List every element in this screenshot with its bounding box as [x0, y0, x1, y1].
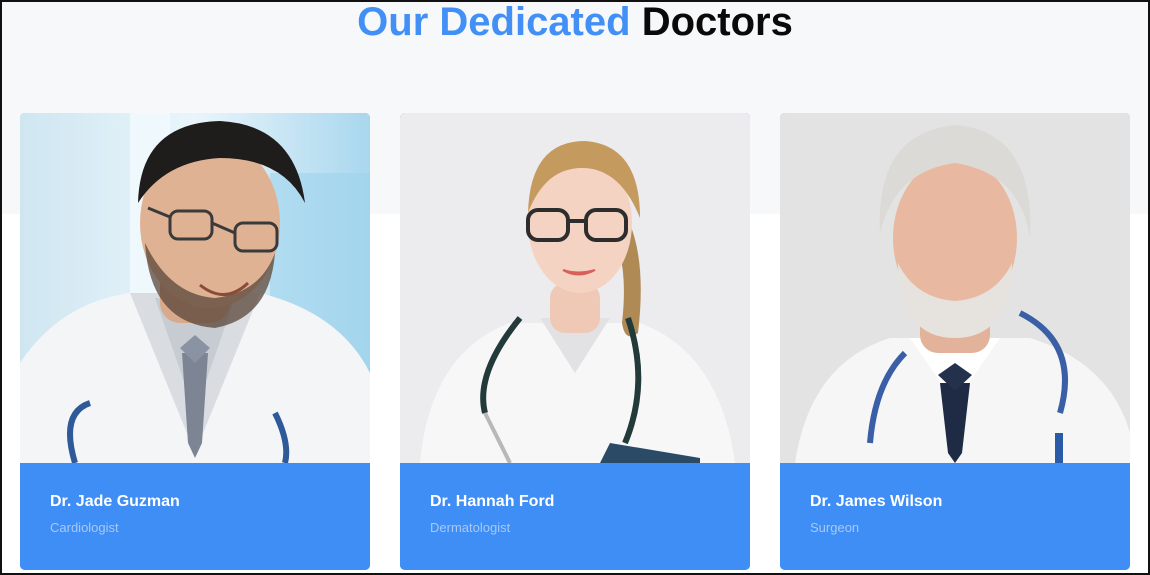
doctor-card-jade-guzman[interactable]: Dr. Jade Guzman Cardiologist — [20, 113, 370, 570]
doctor-cards: Dr. Jade Guzman Cardiologist Dr. Hannah … — [2, 2, 1148, 573]
doctor-name[interactable]: Dr. Hannah Ford — [430, 493, 554, 511]
doctors-section: Our Dedicated Doctors Dr. Jade Guzman Ca… — [0, 0, 1150, 575]
doctor-specialty: Surgeon — [810, 520, 860, 535]
doctor-portrait-image — [20, 113, 370, 463]
doctor-portrait-image — [780, 113, 1130, 463]
doctor-portrait-image — [400, 113, 750, 463]
doctor-card-hannah-ford[interactable]: Dr. Hannah Ford Dermatologist — [400, 113, 750, 570]
doctor-card-james-wilson[interactable]: Dr. James Wilson Surgeon — [780, 113, 1130, 570]
doctor-name[interactable]: Dr. James Wilson — [810, 493, 942, 511]
doctor-specialty: Cardiologist — [50, 520, 119, 535]
doctor-photo — [400, 113, 750, 463]
doctor-photo — [20, 113, 370, 463]
doctor-photo — [780, 113, 1130, 463]
doctor-info: Dr. Hannah Ford Dermatologist — [400, 463, 750, 570]
doctor-info: Dr. Jade Guzman Cardiologist — [20, 463, 370, 570]
doctor-info: Dr. James Wilson Surgeon — [780, 463, 1130, 570]
doctor-specialty: Dermatologist — [430, 520, 511, 535]
doctor-name[interactable]: Dr. Jade Guzman — [50, 493, 180, 511]
